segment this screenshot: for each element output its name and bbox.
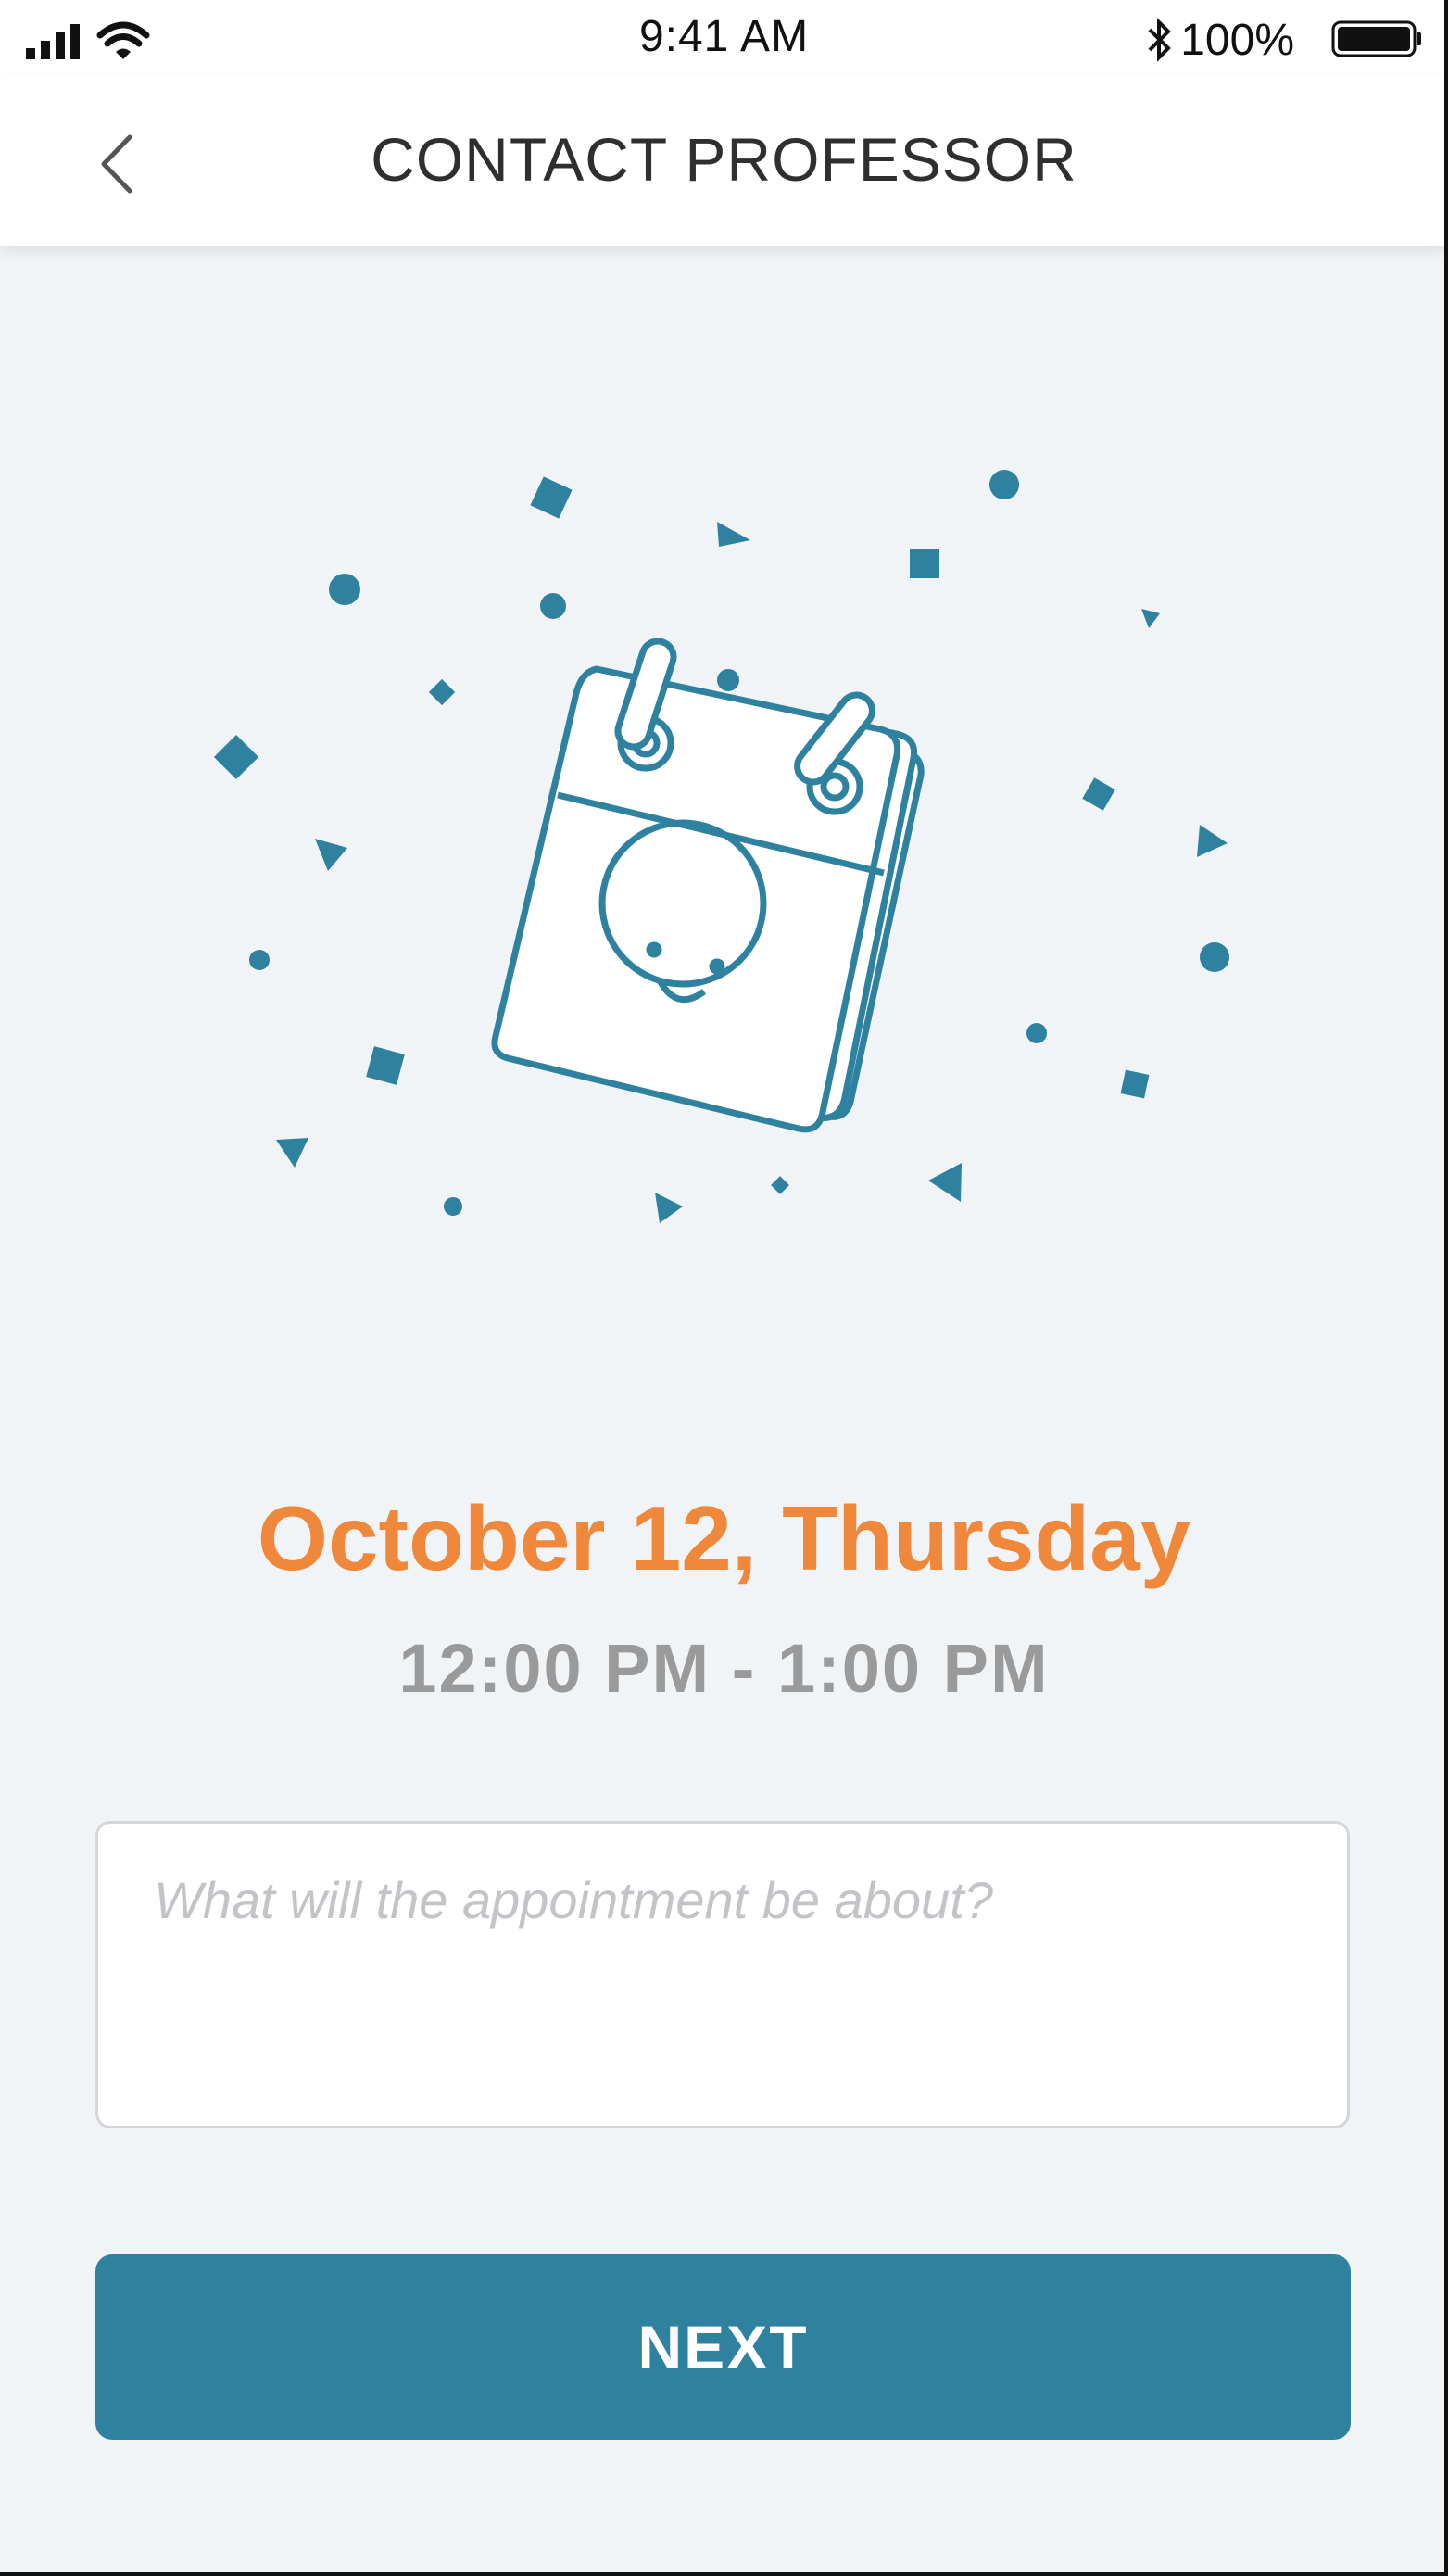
page-title: CONTACT PROFESSOR — [371, 125, 1077, 194]
status-right: 100% — [1146, 11, 1424, 67]
appointment-time-range: 12:00 PM - 1:00 PM — [398, 1630, 1050, 1707]
header: CONTACT PROFESSOR — [0, 76, 1448, 246]
battery-icon — [1331, 20, 1421, 57]
status-bar: 9:41 AM 100% — [0, 0, 1448, 76]
bluetooth-icon — [1148, 18, 1171, 62]
screen-border — [1444, 0, 1448, 2576]
calendar-icon — [491, 638, 925, 1133]
battery-percent: 100% — [1180, 16, 1294, 65]
screen-border — [0, 2572, 1448, 2576]
appointment-topic-input[interactable] — [95, 1821, 1350, 2128]
appointment-date: October 12, Thursday — [257, 1487, 1191, 1589]
next-button[interactable]: NEXT — [95, 2254, 1351, 2440]
calendar-confetti-illustration — [213, 470, 1229, 1223]
